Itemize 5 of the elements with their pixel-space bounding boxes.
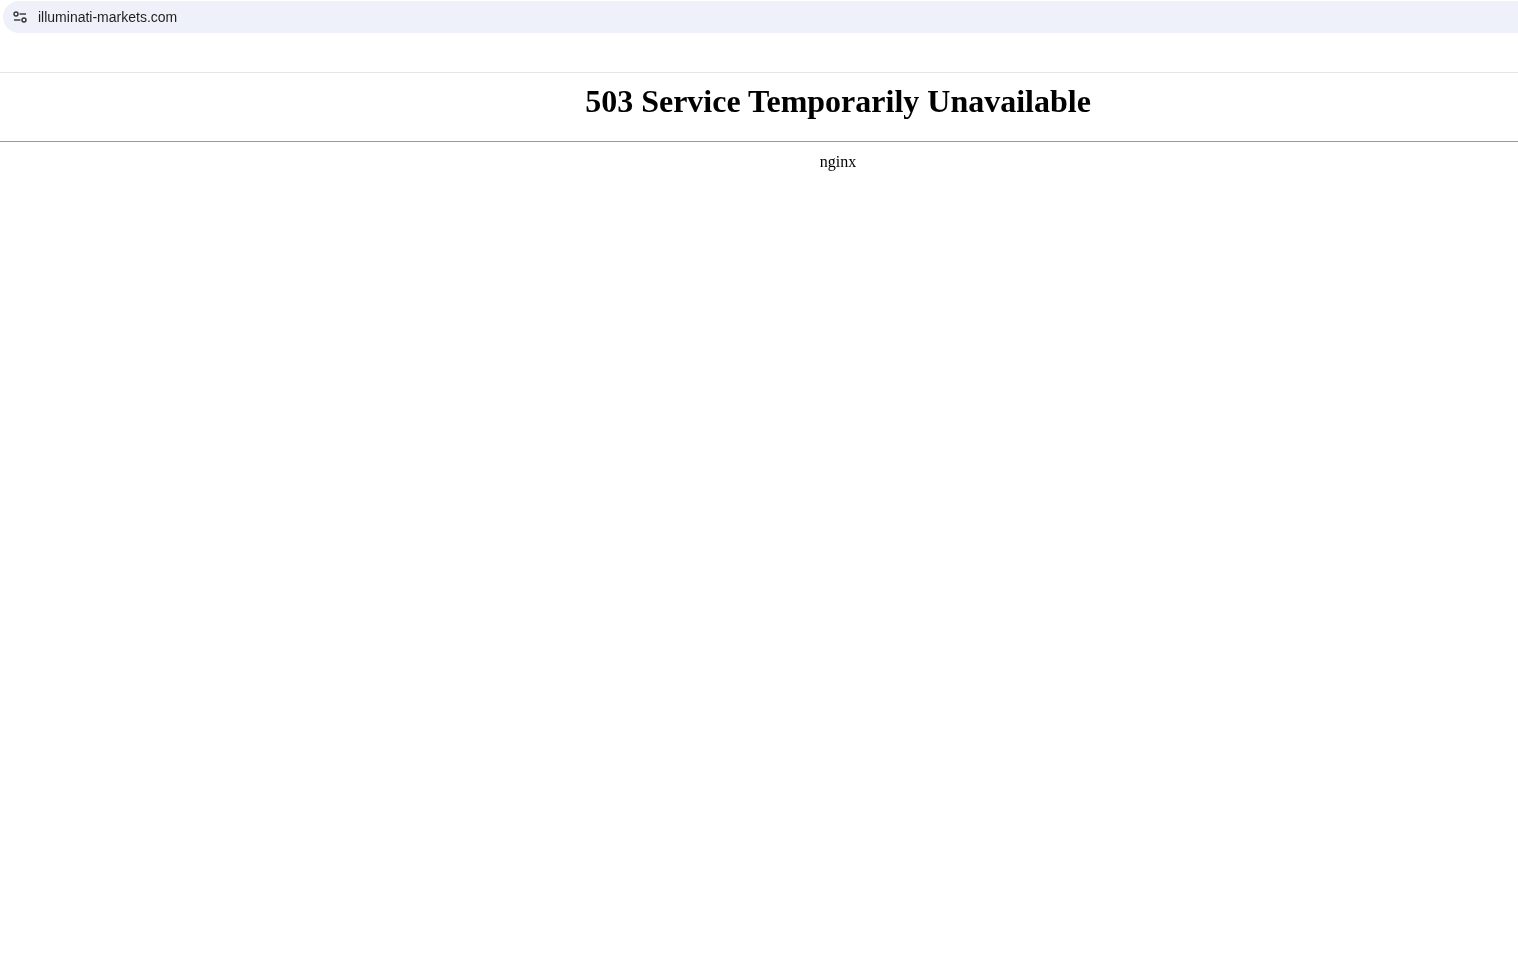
url-text: illuminati-markets.com xyxy=(38,7,178,27)
server-name: nginx xyxy=(819,152,857,173)
error-heading: 503 Service Temporarily Unavailable xyxy=(585,82,1091,121)
site-settings-icon[interactable] xyxy=(13,11,27,23)
address-bar[interactable]: illuminati-markets.com xyxy=(3,1,1518,33)
